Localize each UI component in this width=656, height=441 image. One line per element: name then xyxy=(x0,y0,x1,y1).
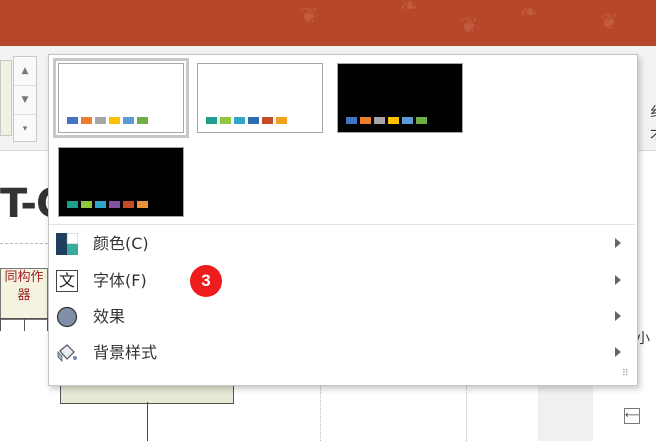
resize-grip-icon[interactable]: ⠿ xyxy=(622,370,632,382)
variant-thumbnail[interactable] xyxy=(197,63,323,133)
color-swatch xyxy=(123,117,134,124)
color-swatches xyxy=(67,201,148,208)
guide-line xyxy=(320,384,321,441)
org-chart-box[interactable]: 同构作器 xyxy=(0,268,48,320)
ribbon-right-label: 才 xyxy=(650,124,656,144)
org-chart-connectors xyxy=(0,318,48,331)
menu-label-colors: 颜色(C) xyxy=(93,234,149,253)
color-swatch xyxy=(67,117,78,124)
leaf-decoration-icon: ❦ xyxy=(600,10,619,35)
variant-thumbnail[interactable] xyxy=(58,147,184,217)
variant-thumbnail[interactable] xyxy=(53,58,189,138)
menu-item-background-styles[interactable]: 背景样式 xyxy=(49,336,635,370)
color-swatch xyxy=(346,117,357,124)
menu-label-background-styles: 背景样式 xyxy=(93,343,158,362)
color-swatches xyxy=(206,117,287,124)
color-swatches xyxy=(67,117,148,124)
placeholder-border xyxy=(0,243,48,244)
leaf-decoration-icon: ❦ xyxy=(460,14,479,39)
leaf-decoration-icon: ❧ xyxy=(400,0,419,19)
color-swatch xyxy=(137,201,148,208)
color-swatch xyxy=(95,201,106,208)
gallery-scroll-control[interactable]: ▲ ▼ ▾ xyxy=(13,56,37,142)
color-palette-icon xyxy=(56,233,78,255)
scroll-down-icon[interactable]: ▼ xyxy=(14,86,36,115)
guide-line xyxy=(466,384,467,441)
org-box-text: 同构作器 xyxy=(4,270,44,303)
title-bar: ❦ ❧ ❦ ❧ ❦ xyxy=(0,0,656,46)
variant-thumbnail[interactable] xyxy=(337,63,463,133)
submenu-arrow-icon xyxy=(615,275,621,285)
font-icon: 文 xyxy=(56,270,78,292)
color-swatch xyxy=(388,117,399,124)
menu-separator xyxy=(49,224,635,225)
side-pane-text: 小 xyxy=(636,331,650,347)
leaf-decoration-icon: ❦ xyxy=(300,4,319,29)
menu-label-effects: 效果 xyxy=(93,307,126,326)
color-swatch xyxy=(220,117,231,124)
color-swatch xyxy=(262,117,273,124)
menu-item-colors[interactable]: 颜色(C) xyxy=(49,227,635,261)
submenu-arrow-icon xyxy=(615,311,621,321)
scroll-up-icon[interactable]: ▲ xyxy=(14,57,36,86)
color-swatch xyxy=(95,117,106,124)
step-badge: 3 xyxy=(190,265,222,297)
color-swatch xyxy=(137,117,148,124)
color-swatch xyxy=(234,117,245,124)
submenu-arrow-icon xyxy=(615,238,621,248)
menu-label-fonts: 字体(F) xyxy=(93,271,147,290)
ribbon-right-label: 纟 xyxy=(650,102,656,122)
color-swatch xyxy=(374,117,385,124)
color-swatch xyxy=(206,117,217,124)
theme-gallery-stub[interactable] xyxy=(0,60,12,136)
color-swatch xyxy=(248,117,259,124)
leaf-decoration-icon: ❧ xyxy=(520,0,539,25)
paint-bucket-icon xyxy=(57,344,77,362)
color-swatch xyxy=(109,117,120,124)
color-swatch xyxy=(81,117,92,124)
connector-line xyxy=(147,402,148,441)
gallery-more-icon[interactable]: ▾ xyxy=(14,115,36,143)
color-swatch xyxy=(67,201,78,208)
color-swatch xyxy=(123,201,134,208)
variants-dropdown: 颜色(C) 文 字体(F) 效果 背景样式 ⠿ xyxy=(48,54,638,386)
collapse-icon[interactable]: ⟵ xyxy=(624,408,640,424)
color-swatch xyxy=(109,201,120,208)
effects-icon xyxy=(56,306,78,328)
color-swatches xyxy=(346,117,427,124)
color-swatch xyxy=(402,117,413,124)
color-swatch xyxy=(276,117,287,124)
color-swatch xyxy=(360,117,371,124)
submenu-arrow-icon xyxy=(615,347,621,357)
menu-item-fonts[interactable]: 文 字体(F) xyxy=(49,264,635,298)
menu-item-effects[interactable]: 效果 xyxy=(49,300,635,334)
color-swatch xyxy=(81,201,92,208)
color-swatch xyxy=(416,117,427,124)
